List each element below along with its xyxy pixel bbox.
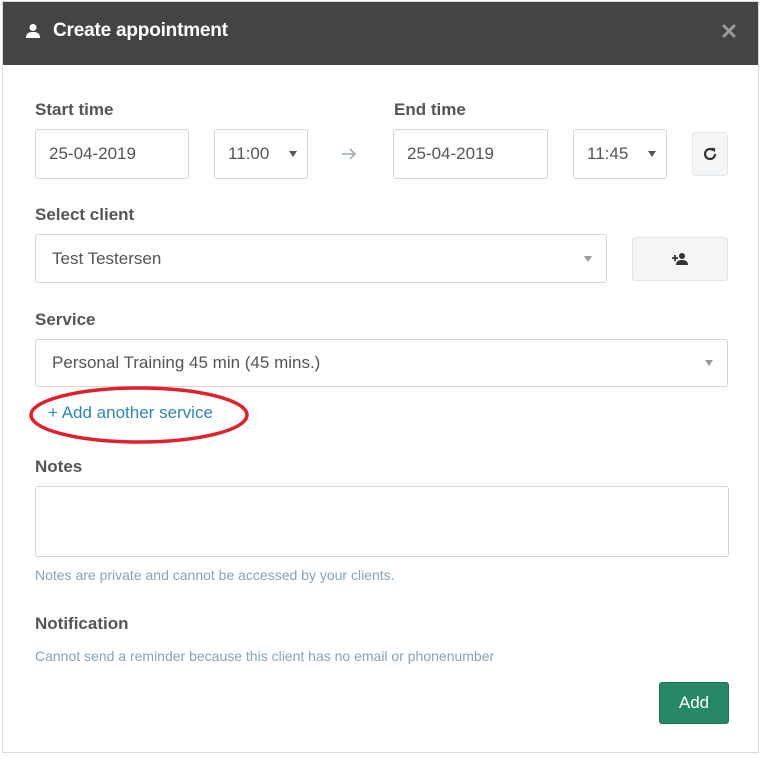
service-select[interactable]: Personal Training 45 min (45 mins.): [35, 339, 728, 387]
start-time-label: Start time: [35, 100, 114, 119]
dialog-header: Create appointment: [3, 2, 758, 65]
end-date-value: 25-04-2019: [407, 144, 494, 163]
start-time-select[interactable]: 11:00: [214, 129, 308, 179]
notes-textarea[interactable]: [35, 486, 729, 557]
create-appointment-dialog: Create appointment Start time 25-04-2019…: [2, 1, 759, 753]
start-date-value: 25-04-2019: [49, 144, 136, 163]
add-button-label: Add: [678, 693, 710, 712]
add-user-icon: [672, 253, 688, 265]
end-time-label: End time: [394, 100, 466, 119]
end-date-input[interactable]: 25-04-2019: [393, 129, 548, 179]
dialog-title-wrap: Create appointment: [25, 20, 228, 42]
user-icon: [26, 24, 40, 38]
chevron-down-icon: [289, 151, 297, 157]
notification-label: Notification: [35, 614, 129, 633]
chevron-down-icon: [705, 360, 713, 366]
select-client-label: Select client: [35, 205, 135, 224]
start-time-value: 11:00: [228, 144, 270, 163]
notification-help-text: Cannot send a reminder because this clie…: [35, 648, 495, 664]
arrow-right-icon: [342, 148, 357, 160]
dialog-title: Create appointment: [53, 20, 228, 41]
add-another-service-link[interactable]: + Add another service: [48, 403, 213, 423]
service-value: Personal Training 45 min (45 mins.): [52, 353, 321, 372]
add-button[interactable]: Add: [659, 682, 729, 724]
notes-help-text: Notes are private and cannot be accessed…: [35, 567, 395, 583]
service-label: Service: [35, 310, 96, 329]
client-select[interactable]: Test Testersen: [35, 234, 607, 283]
refresh-icon: [703, 147, 717, 161]
start-date-input[interactable]: 25-04-2019: [35, 129, 189, 179]
end-time-select[interactable]: 11:45: [573, 129, 667, 179]
notes-label: Notes: [35, 457, 83, 476]
chevron-down-icon: [648, 151, 656, 157]
end-time-value: 11:45: [587, 144, 629, 163]
close-icon[interactable]: [720, 22, 738, 40]
chevron-down-icon: [584, 255, 592, 262]
client-value: Test Testersen: [52, 248, 162, 268]
add-client-button[interactable]: [632, 237, 728, 281]
refresh-button[interactable]: [692, 132, 728, 176]
